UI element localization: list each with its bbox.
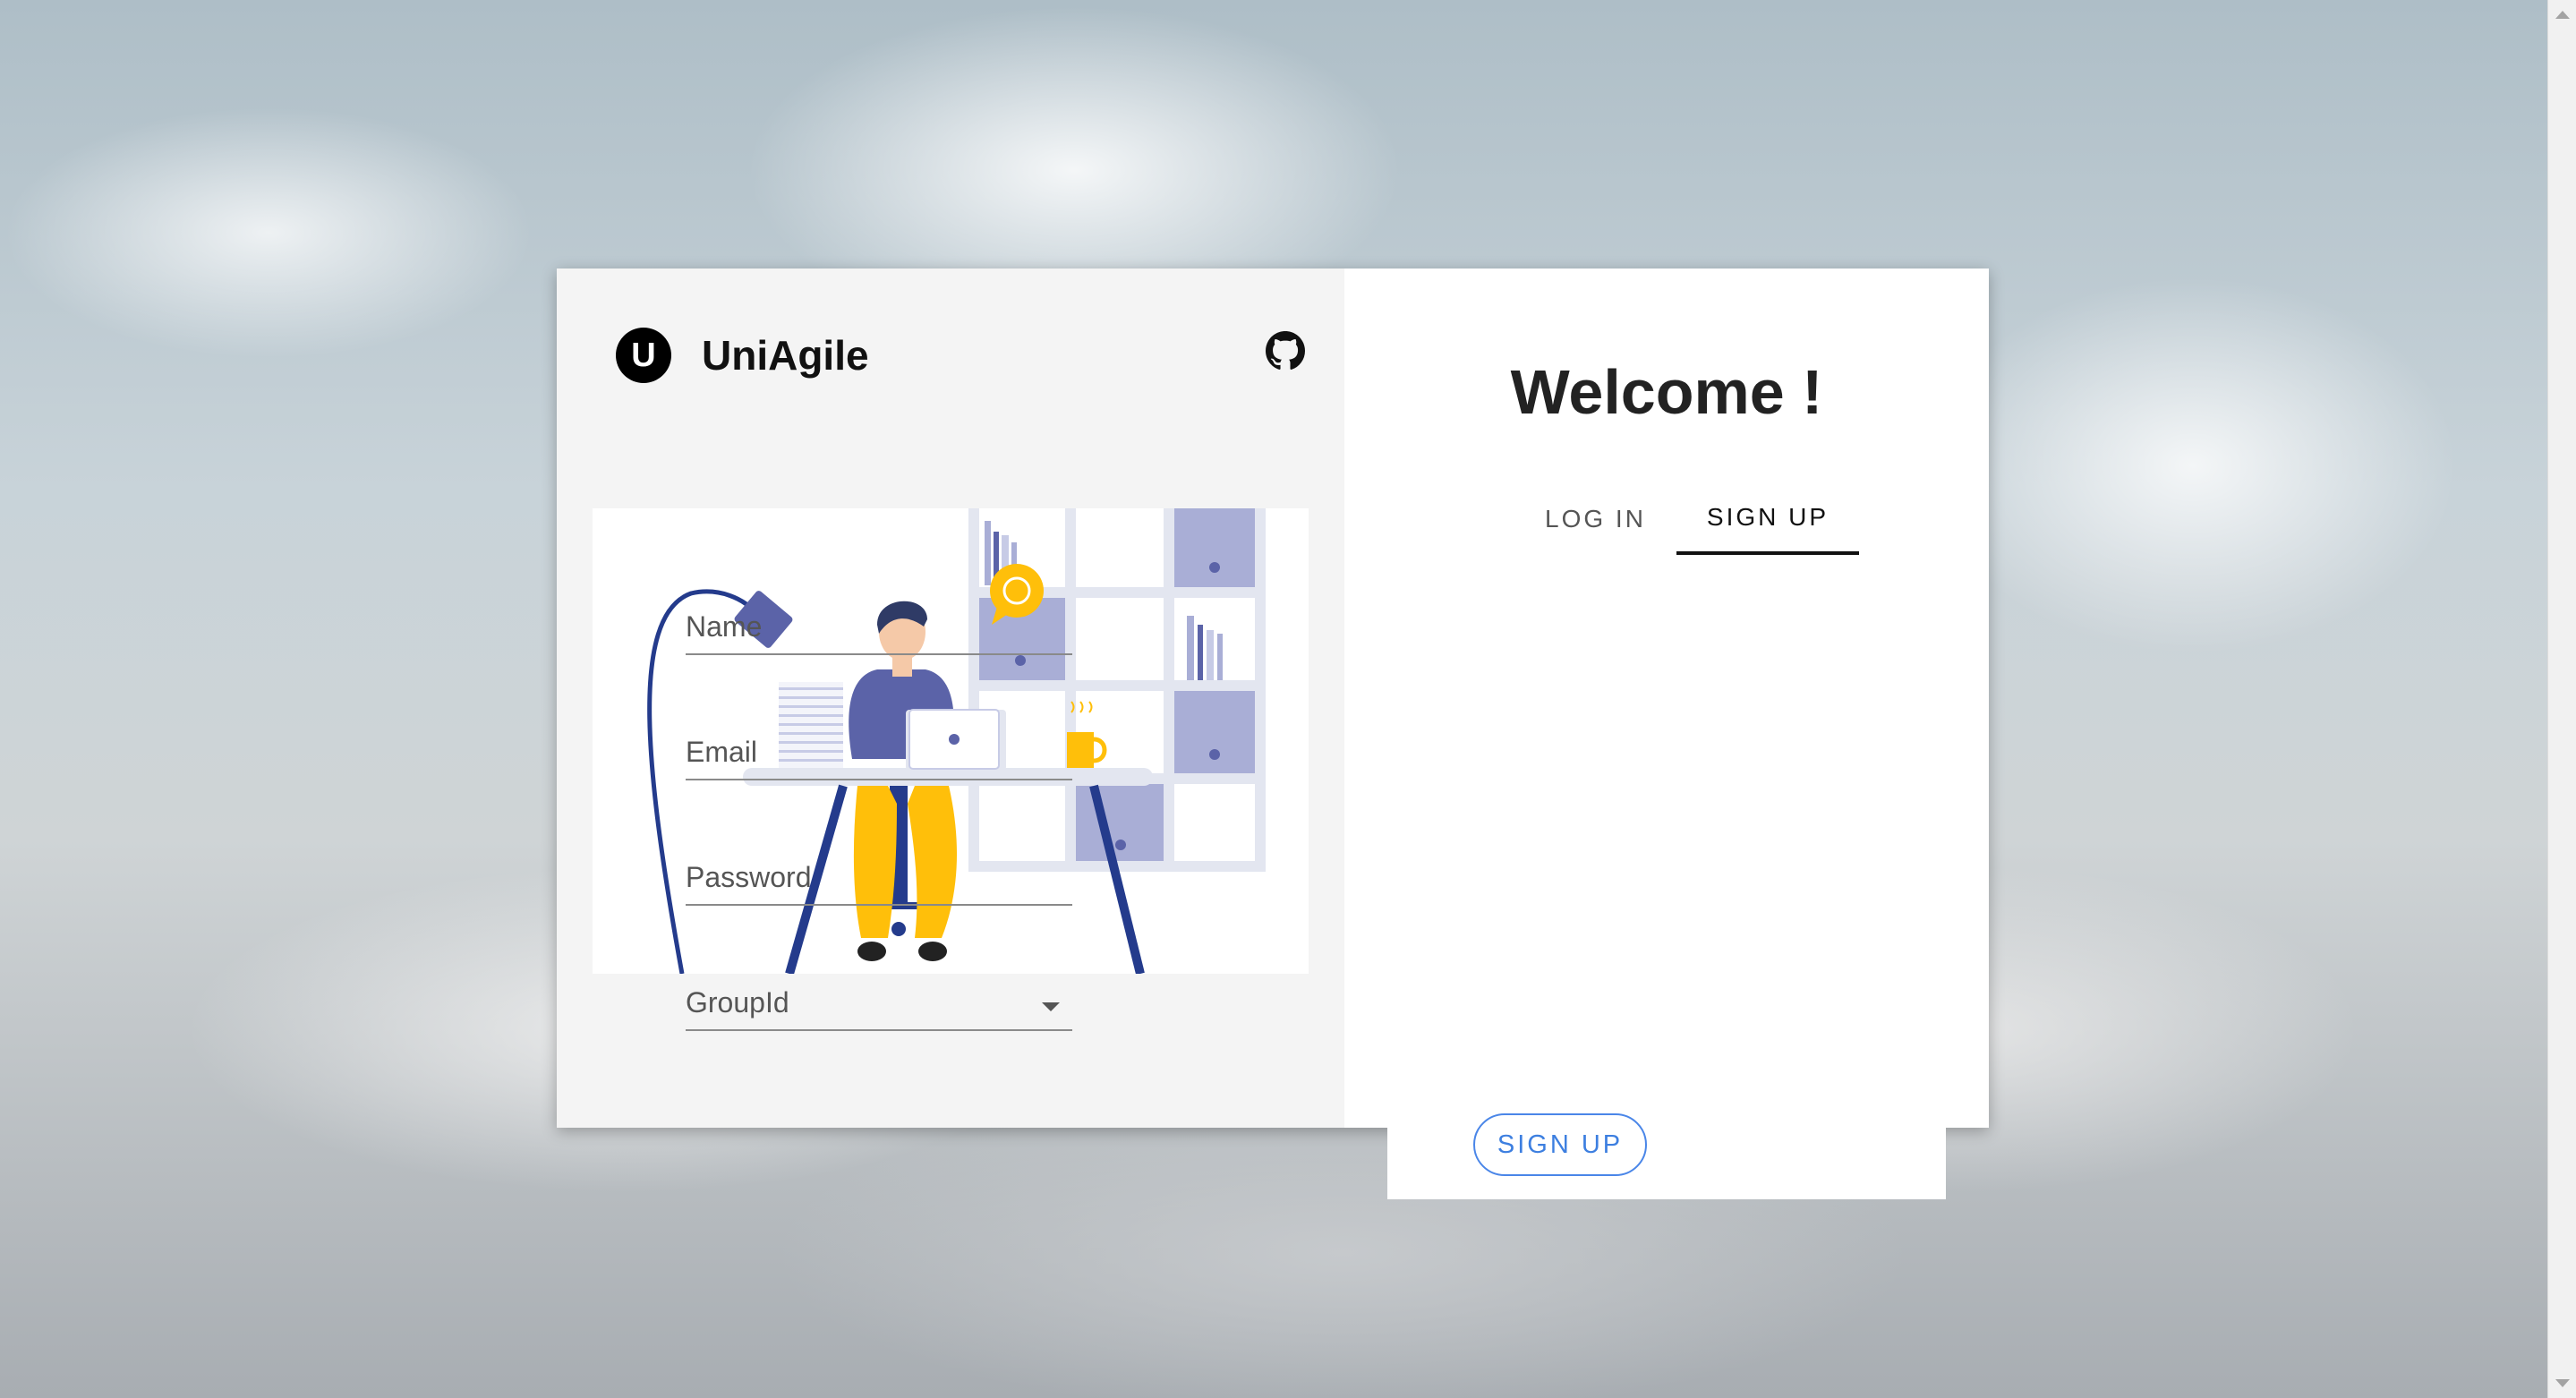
tab-log-in[interactable]: LOG IN [1514, 483, 1676, 555]
scroll-up-arrow-icon[interactable] [2555, 11, 2570, 19]
brand-name: UniAgile [702, 332, 869, 379]
password-input[interactable] [686, 852, 1072, 902]
logo: U [616, 328, 671, 383]
tab-sign-up[interactable]: SIGN UP [1676, 483, 1860, 555]
email-field [686, 727, 1072, 780]
bookshelf [968, 508, 1266, 872]
welcome-title: Welcome ! [1510, 357, 1823, 427]
github-icon[interactable] [1266, 331, 1305, 371]
email-input[interactable] [686, 727, 1072, 777]
password-field [686, 852, 1072, 906]
form-overflow-panel [1387, 1128, 1946, 1199]
sign-up-button[interactable]: SIGN UP [1473, 1113, 1647, 1176]
group-select-label: GroupId [686, 986, 789, 1019]
coffee-mug [1067, 701, 1107, 768]
scroll-down-arrow-icon[interactable] [2555, 1379, 2570, 1387]
name-input[interactable] [686, 601, 1072, 652]
brand: U UniAgile [616, 328, 869, 383]
name-field [686, 601, 1072, 655]
auth-panel: Welcome ! LOG IN SIGN UP [1344, 269, 1989, 1128]
page-scrollbar[interactable] [2547, 0, 2576, 1398]
auth-tabs: LOG IN SIGN UP [1514, 483, 1860, 555]
group-select[interactable]: GroupId [686, 977, 1072, 1031]
chevron-down-icon[interactable] [1042, 1002, 1060, 1011]
